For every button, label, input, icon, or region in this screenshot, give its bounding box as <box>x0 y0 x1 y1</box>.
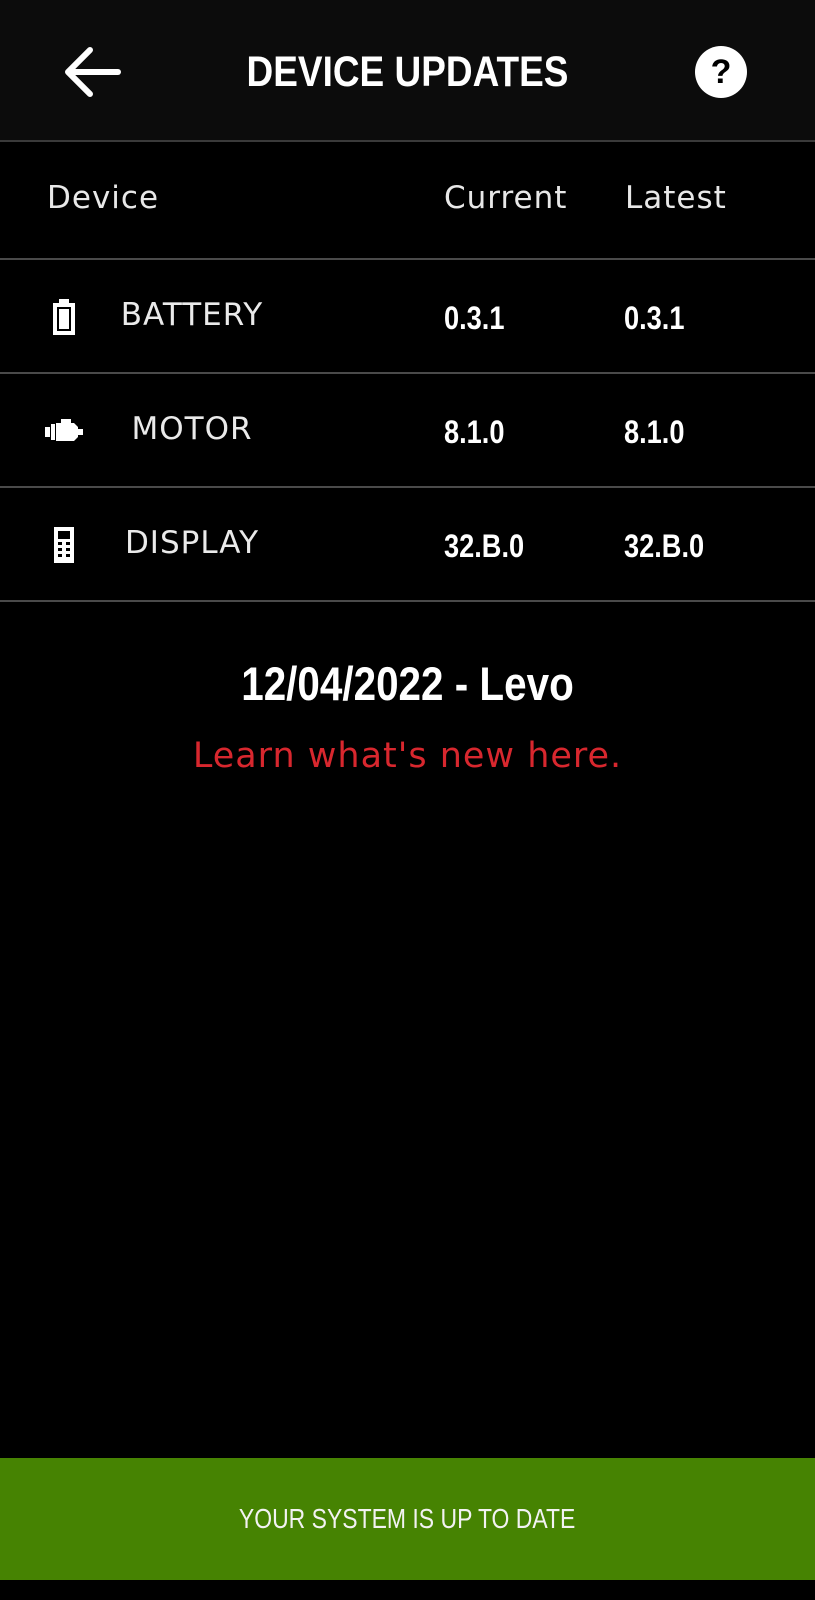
current-version: 32.B.0 <box>444 528 525 564</box>
latest-version: 0.3.1 <box>624 300 685 336</box>
device-name: DISPLAY <box>124 525 260 561</box>
page-title: DEVICE UPDATES <box>246 48 569 96</box>
current-version: 0.3.1 <box>444 300 505 336</box>
table-row-display: DISPLAY 32.B.0 32.B.0 <box>0 488 815 602</box>
status-text: YOUR SYSTEM IS UP TO DATE <box>239 1503 576 1534</box>
app-header: DEVICE UPDATES ? <box>0 0 815 142</box>
device-name: MOTOR <box>131 411 253 447</box>
current-version: 8.1.0 <box>444 414 505 450</box>
column-header-device: Device <box>47 180 160 216</box>
latest-version: 32.B.0 <box>624 528 705 564</box>
release-title: 12/04/2022 - Levo <box>241 657 574 710</box>
column-header-latest: Latest <box>625 180 727 216</box>
device-name: BATTERY <box>120 297 264 333</box>
status-banner: YOUR SYSTEM IS UP TO DATE <box>0 1458 815 1580</box>
battery-icon <box>53 299 75 335</box>
display-icon <box>54 527 74 563</box>
question-icon: ? <box>710 53 732 91</box>
help-button[interactable]: ? <box>695 46 747 98</box>
latest-version: 8.1.0 <box>624 414 685 450</box>
table-row-battery: BATTERY 0.3.1 0.3.1 <box>0 260 815 374</box>
table-header: Device Current Latest <box>0 142 815 260</box>
table-row-motor: MOTOR 8.1.0 8.1.0 <box>0 374 815 488</box>
column-header-current: Current <box>444 180 568 216</box>
whats-new-link[interactable]: Learn what's new here. <box>0 736 815 776</box>
motor-icon <box>45 419 83 441</box>
